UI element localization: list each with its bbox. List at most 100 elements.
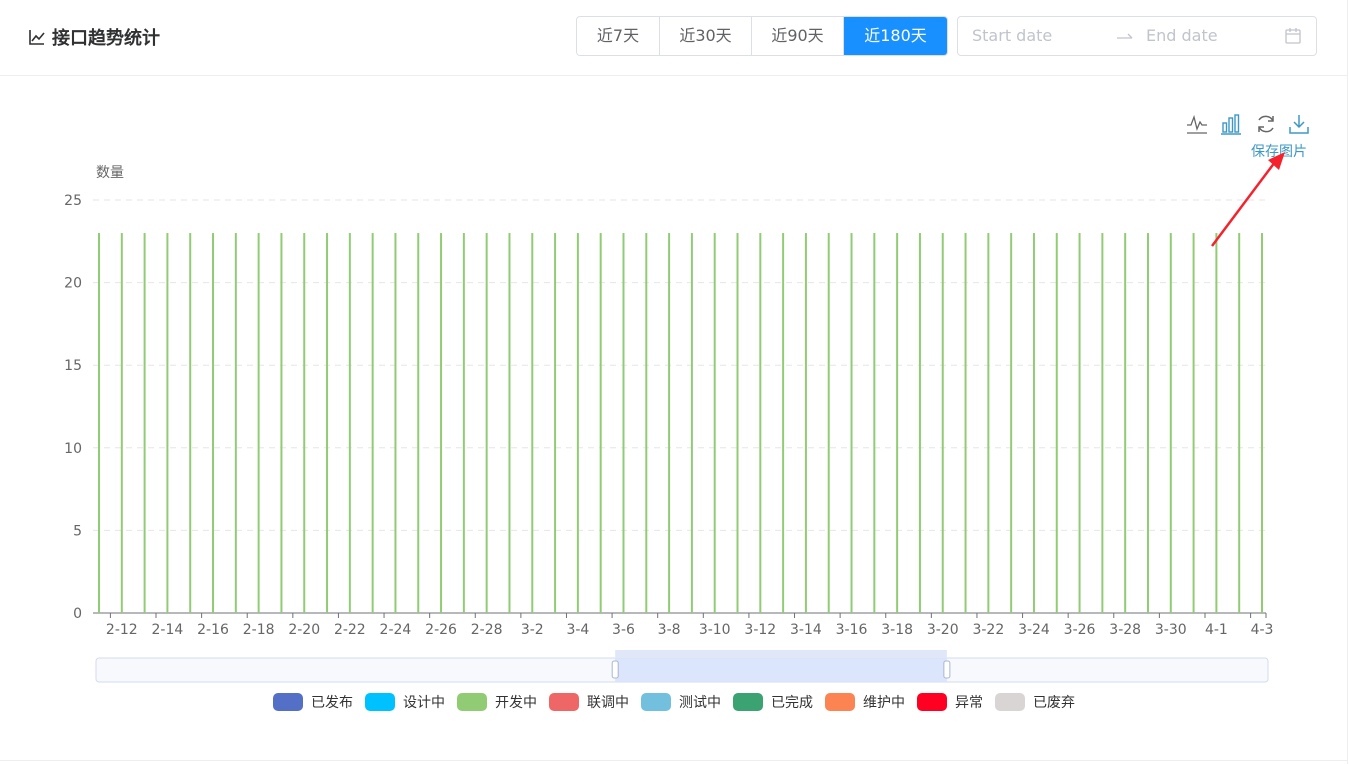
page-title-wrap: 接口趋势统计 (28, 24, 160, 50)
calendar-icon[interactable] (1284, 27, 1302, 45)
range-180d-button[interactable]: 近180天 (844, 17, 947, 55)
bar-开发中-2-22[interactable] (348, 233, 351, 613)
x-tick-label: 3-22 (972, 622, 1004, 638)
bar-chart-icon[interactable] (1220, 113, 1242, 135)
range-30d-button[interactable]: 近30天 (660, 17, 752, 55)
refresh-icon[interactable] (1255, 113, 1277, 135)
bar-开发中-3-8[interactable] (668, 233, 671, 613)
bar-开发中-2-24[interactable] (394, 233, 397, 613)
zoom-end-handle[interactable] (943, 660, 951, 679)
bar-开发中-2-14[interactable] (166, 233, 169, 613)
x-tick-label: 2-12 (106, 622, 138, 638)
legend-label: 开发中 (495, 695, 537, 711)
bar-开发中-4-2[interactable] (1238, 233, 1241, 613)
bar-开发中-3-30[interactable] (1169, 233, 1172, 613)
bar-开发中-3-13[interactable] (782, 233, 785, 613)
bar-开发中-2-11[interactable] (98, 233, 100, 613)
bar-开发中-3-29[interactable] (1146, 233, 1149, 613)
legend-item[interactable]: 已发布 (273, 692, 353, 712)
bar-开发中-3-21[interactable] (964, 233, 967, 613)
legend-item[interactable]: 设计中 (365, 692, 445, 712)
legend-item[interactable]: 测试中 (641, 692, 721, 712)
bar-开发中-3-24[interactable] (1032, 233, 1035, 613)
legend-swatch (365, 693, 395, 711)
legend-item[interactable]: 已废弃 (995, 692, 1075, 712)
legend-item[interactable]: 维护中 (825, 692, 905, 712)
bar-开发中-3-7[interactable] (645, 233, 648, 613)
legend-item[interactable]: 异常 (917, 692, 983, 712)
date-range-picker[interactable]: Start date End date (957, 16, 1317, 56)
end-date-input[interactable]: End date (1146, 17, 1218, 55)
bar-开发中-4-1[interactable] (1215, 233, 1218, 613)
bar-开发中-3-31[interactable] (1192, 233, 1195, 613)
bar-开发中-2-17[interactable] (234, 233, 237, 613)
download-icon[interactable] (1288, 113, 1310, 135)
bar-开发中-2-18[interactable] (257, 233, 260, 613)
bar-开发中-3-23[interactable] (1010, 233, 1013, 613)
y-axis-label: 数量 (96, 165, 124, 181)
legend-label: 已发布 (311, 695, 353, 711)
bar-开发中-3-28[interactable] (1124, 233, 1127, 613)
legend-label: 测试中 (679, 695, 721, 711)
bar-开发中-2-28[interactable] (485, 233, 488, 613)
panel-bottom-border (0, 760, 1348, 761)
start-date-input[interactable]: Start date (972, 17, 1052, 55)
zoom-slider-window[interactable] (615, 658, 947, 682)
bar-开发中-3-5[interactable] (599, 233, 602, 613)
bar-开发中-2-20[interactable] (303, 233, 306, 613)
bar-开发中-2-16[interactable] (212, 233, 215, 613)
bar-开发中-3-2[interactable] (531, 233, 534, 613)
legend-item[interactable]: 联调中 (549, 692, 629, 712)
bar-开发中-4-3[interactable] (1261, 233, 1263, 613)
zoom-move-handle[interactable] (615, 650, 947, 658)
bar-开发中-3-26[interactable] (1078, 233, 1081, 613)
legend-label: 异常 (955, 695, 983, 711)
bar-开发中-3-1[interactable] (508, 233, 511, 613)
zoom-start-handle[interactable] (611, 660, 619, 679)
bar-开发中-2-27[interactable] (462, 233, 465, 613)
bar-开发中-3-20[interactable] (941, 233, 944, 613)
bar-开发中-2-21[interactable] (326, 233, 329, 613)
bar-开发中-2-13[interactable] (143, 233, 146, 613)
bar-开发中-2-19[interactable] (280, 233, 283, 613)
bar-开发中-3-18[interactable] (896, 233, 899, 613)
bar-开发中-3-10[interactable] (713, 233, 716, 613)
bar-开发中-3-3[interactable] (554, 233, 557, 613)
legend-label: 维护中 (863, 695, 905, 711)
x-tick-label: 3-18 (881, 622, 913, 638)
x-tick-label: 3-16 (836, 622, 868, 638)
bar-开发中-2-15[interactable] (189, 233, 192, 613)
x-tick-label: 2-26 (425, 622, 457, 638)
line-chart-icon[interactable] (1186, 113, 1208, 135)
bar-开发中-3-27[interactable] (1101, 233, 1104, 613)
bar-开发中-3-14[interactable] (804, 233, 807, 613)
y-tick-label: 0 (73, 606, 82, 622)
bar-开发中-3-4[interactable] (576, 233, 579, 613)
bar-开发中-3-11[interactable] (736, 233, 739, 613)
bar-开发中-3-16[interactable] (850, 233, 853, 613)
x-tick-label: 3-14 (790, 622, 822, 638)
legend-swatch (549, 693, 579, 711)
range-90d-button[interactable]: 近90天 (752, 17, 844, 55)
bar-开发中-3-9[interactable] (690, 233, 693, 613)
bar-开发中-3-17[interactable] (873, 233, 876, 613)
bar-开发中-2-25[interactable] (417, 233, 420, 613)
x-tick-label: 3-26 (1064, 622, 1096, 638)
bar-开发中-3-12[interactable] (759, 233, 762, 613)
bar-开发中-3-25[interactable] (1055, 233, 1058, 613)
legend-swatch (995, 693, 1025, 711)
bar-开发中-2-23[interactable] (371, 233, 374, 613)
y-tick-label: 15 (64, 358, 82, 374)
bar-开发中-3-6[interactable] (622, 233, 625, 613)
range-7d-button[interactable]: 近7天 (577, 17, 660, 55)
legend-item[interactable]: 开发中 (457, 692, 537, 712)
page-title: 接口趋势统计 (52, 28, 160, 49)
bar-开发中-2-12[interactable] (120, 233, 123, 613)
bar-开发中-3-19[interactable] (918, 233, 921, 613)
x-tick-label: 2-24 (380, 622, 412, 638)
bar-开发中-3-15[interactable] (827, 233, 830, 613)
arrow-right-icon (1117, 33, 1133, 39)
bar-开发中-3-22[interactable] (987, 233, 990, 613)
legend-item[interactable]: 已完成 (733, 692, 813, 712)
bar-开发中-2-26[interactable] (440, 233, 443, 613)
